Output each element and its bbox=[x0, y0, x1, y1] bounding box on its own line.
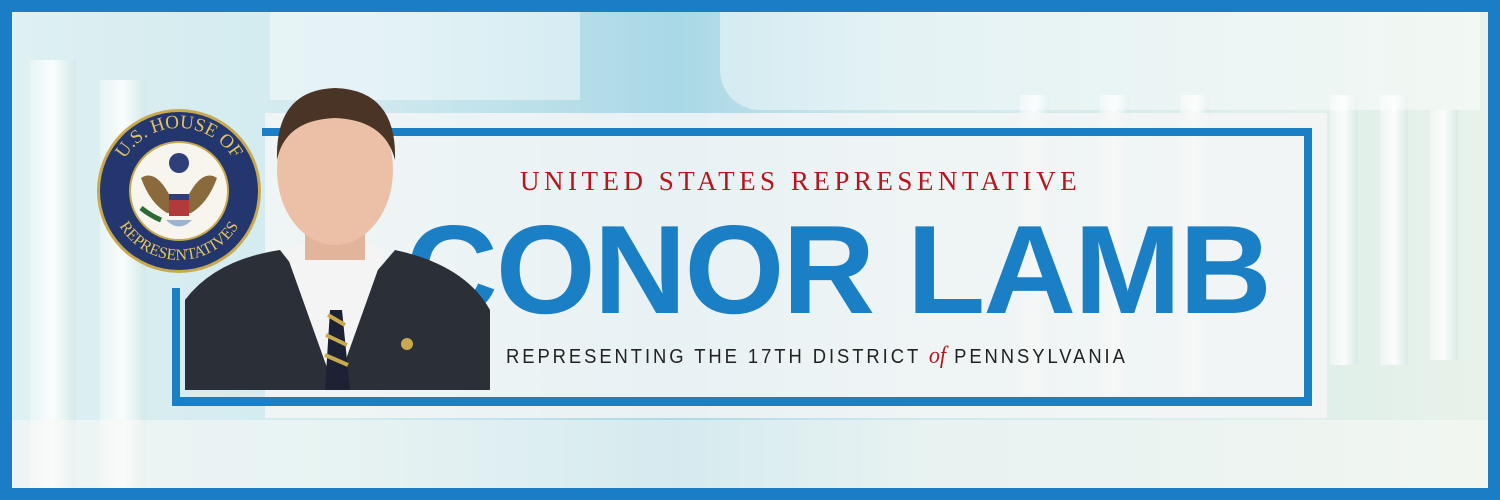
outer-border bbox=[0, 0, 1500, 500]
